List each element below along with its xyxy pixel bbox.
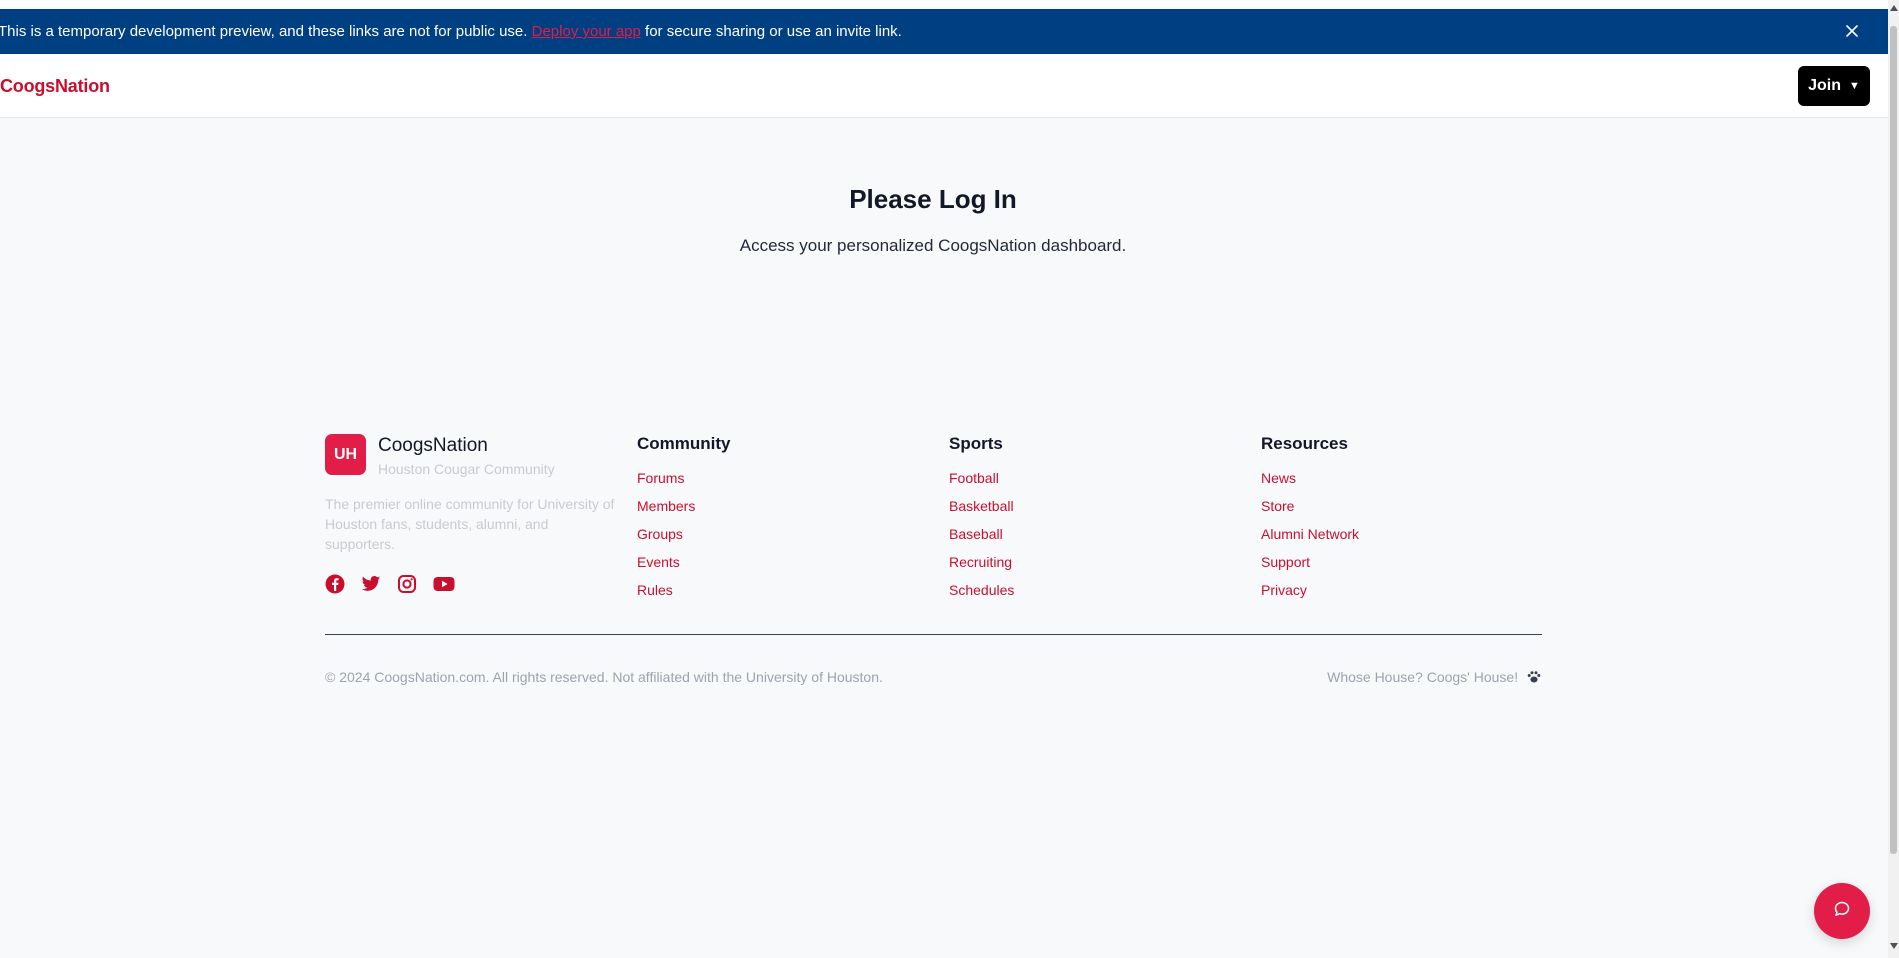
close-icon[interactable] [1842, 21, 1862, 41]
footer-name: CoogsNation [378, 435, 488, 456]
paw-icon [1526, 670, 1542, 687]
social-links [325, 574, 455, 594]
banner-text-before: This is a temporary development preview,… [0, 23, 528, 40]
footer-column-title: Resources [1261, 434, 1348, 453]
top-strip [0, 0, 1888, 9]
site-header: CoogsNation Join ▼ [0, 54, 1888, 118]
youtube-icon[interactable] [433, 574, 455, 594]
footer-column-community: Community Forums Members Groups Events R… [637, 434, 731, 609]
copyright-text: © 2024 CoogsNation.com. All rights reser… [325, 669, 883, 685]
footer-column-title: Sports [949, 434, 1003, 453]
page-scrollbar[interactable] [1888, 0, 1899, 958]
footer-link-news[interactable]: News [1261, 469, 1359, 497]
scroll-down-icon[interactable] [1890, 943, 1898, 949]
footer-link-events[interactable]: Events [637, 553, 731, 581]
page-subtitle: Access your personalized CoogsNation das… [739, 236, 1127, 255]
twitter-icon[interactable] [361, 574, 381, 594]
banner-text-after: for secure sharing or use an invite link… [645, 23, 902, 40]
footer-column-resources: Resources News Store Alumni Network Supp… [1261, 434, 1359, 609]
caret-down-icon: ▼ [1849, 80, 1860, 92]
facebook-icon[interactable] [325, 574, 345, 594]
footer-link-members[interactable]: Members [637, 497, 731, 525]
footer-link-alumni-network[interactable]: Alumni Network [1261, 525, 1359, 553]
footer-link-basketball[interactable]: Basketball [949, 497, 1014, 525]
footer-divider [325, 634, 1542, 635]
footer-link-support[interactable]: Support [1261, 553, 1359, 581]
join-button[interactable]: Join ▼ [1798, 66, 1870, 106]
uh-logo: UH [325, 434, 366, 475]
footer-link-schedules[interactable]: Schedules [949, 581, 1014, 609]
login-prompt: Please Log In Access your personalized C… [0, 184, 1866, 256]
deploy-app-link[interactable]: Deploy your app [532, 23, 641, 40]
footer-link-rules[interactable]: Rules [637, 581, 731, 609]
footer-link-recruiting[interactable]: Recruiting [949, 553, 1014, 581]
footer-link-store[interactable]: Store [1261, 497, 1359, 525]
footer-description: The premier online community for Univers… [325, 496, 615, 552]
chat-button[interactable] [1814, 883, 1870, 939]
chat-icon [1833, 900, 1851, 923]
motto-text: Whose House? Coogs' House! [1327, 669, 1519, 685]
scrollbar-thumb[interactable] [1890, 26, 1897, 854]
banner-text: This is a temporary development preview,… [0, 23, 902, 40]
footer-link-groups[interactable]: Groups [637, 525, 731, 553]
footer-link-privacy[interactable]: Privacy [1261, 581, 1359, 609]
page-title: Please Log In [849, 184, 1017, 214]
brand-logo[interactable]: CoogsNation [0, 76, 110, 97]
footer-motto: Whose House? Coogs' House! [1327, 669, 1542, 687]
footer-column-title: Community [637, 434, 731, 453]
join-label: Join [1808, 77, 1841, 94]
preview-banner: This is a temporary development preview,… [0, 9, 1888, 54]
footer-column-sports: Sports Football Basketball Baseball Recr… [949, 434, 1014, 609]
footer-link-forums[interactable]: Forums [637, 469, 731, 497]
footer-tagline: Houston Cougar Community [378, 461, 555, 477]
instagram-icon[interactable] [397, 574, 417, 594]
footer-link-football[interactable]: Football [949, 469, 1014, 497]
scroll-up-icon[interactable] [1890, 5, 1898, 11]
footer-link-baseball[interactable]: Baseball [949, 525, 1014, 553]
